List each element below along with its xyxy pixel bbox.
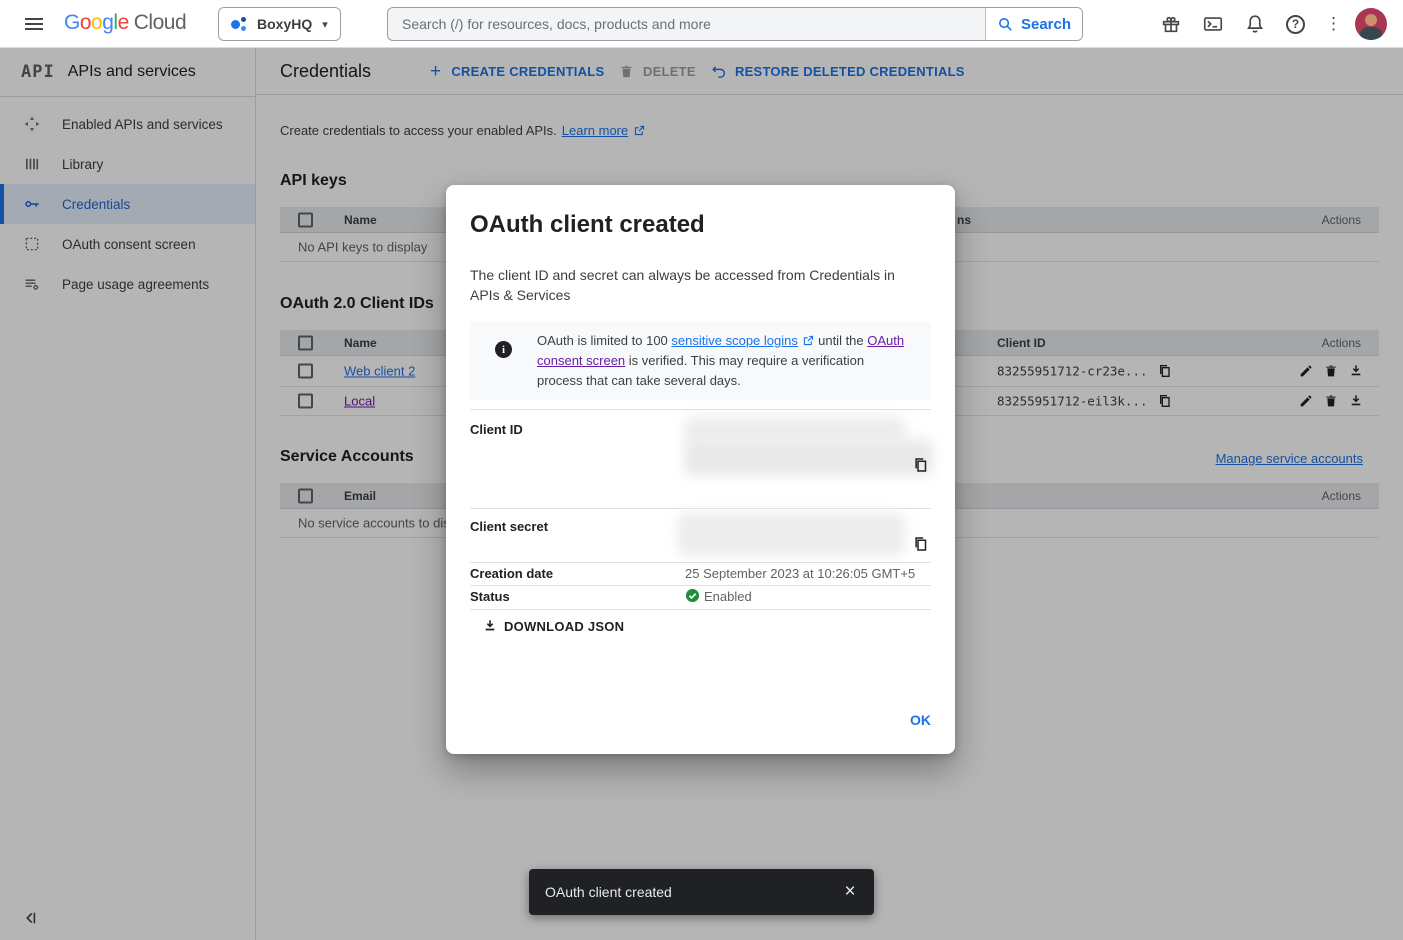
logo-letter: G bbox=[64, 11, 80, 34]
client-id-label: Client ID bbox=[470, 422, 523, 437]
search-button-label: Search bbox=[1021, 16, 1071, 33]
info-icon: i bbox=[495, 341, 512, 358]
divider bbox=[470, 508, 931, 509]
close-icon[interactable]: × bbox=[840, 881, 860, 903]
search-input[interactable] bbox=[388, 8, 985, 40]
copy-client-secret-icon[interactable] bbox=[912, 535, 930, 553]
topbar: GoogleCloud BoxyHQ ▾ Search bbox=[0, 0, 1403, 48]
logo-suffix: Cloud bbox=[134, 11, 186, 34]
toast-message: OAuth client created bbox=[545, 884, 840, 900]
info-glyph: i bbox=[502, 344, 505, 356]
cloud-shell-icon[interactable] bbox=[1202, 13, 1224, 35]
global-search: Search bbox=[387, 7, 1083, 41]
project-icon bbox=[231, 16, 247, 32]
gift-icon[interactable] bbox=[1160, 13, 1182, 35]
snackbar-toast: OAuth client created × bbox=[529, 869, 874, 915]
logo-letter: g bbox=[102, 11, 113, 34]
copy-client-id-icon[interactable] bbox=[912, 456, 930, 474]
hamburger-menu-icon[interactable] bbox=[25, 18, 43, 30]
client-secret-redacted-value bbox=[678, 513, 905, 555]
enabled-check-icon bbox=[685, 588, 700, 603]
divider bbox=[470, 409, 931, 410]
logo-letter: e bbox=[118, 11, 129, 34]
download-icon bbox=[482, 618, 498, 634]
topbar-icons: ? ⋮ bbox=[1160, 8, 1387, 40]
verification-notice: i OAuth is limited to 100 sensitive scop… bbox=[470, 322, 931, 400]
google-cloud-logo[interactable]: GoogleCloud bbox=[64, 11, 186, 35]
notice-text: OAuth is limited to 100 sensitive scope … bbox=[537, 331, 909, 391]
chevron-down-icon: ▾ bbox=[322, 18, 328, 31]
oauth-client-created-dialog: OAuth client created The client ID and s… bbox=[446, 185, 955, 754]
external-link-icon bbox=[802, 334, 815, 347]
help-icon[interactable]: ? bbox=[1286, 15, 1305, 34]
account-avatar[interactable] bbox=[1355, 8, 1387, 40]
ok-button[interactable]: OK bbox=[900, 704, 941, 736]
divider bbox=[470, 609, 931, 610]
logo-letter: o bbox=[80, 11, 91, 34]
more-options-icon[interactable]: ⋮ bbox=[1325, 14, 1335, 34]
dialog-subtitle: The client ID and secret can always be a… bbox=[470, 265, 915, 305]
notice-mid: until the bbox=[815, 333, 868, 348]
logo-letter: o bbox=[91, 11, 102, 34]
notifications-bell-icon[interactable] bbox=[1244, 13, 1266, 35]
creation-date-value: 25 September 2023 at 10:26:05 GMT+5 bbox=[685, 566, 915, 581]
status-value: Enabled bbox=[704, 589, 752, 604]
search-icon bbox=[997, 16, 1014, 33]
sensitive-scope-logins-link[interactable]: sensitive scope logins bbox=[671, 333, 797, 348]
google-cloud-console: GoogleCloud BoxyHQ ▾ Search bbox=[0, 0, 1403, 940]
notice-pre: OAuth is limited to 100 bbox=[537, 333, 671, 348]
help-glyph: ? bbox=[1292, 17, 1299, 31]
dialog-title: OAuth client created bbox=[470, 211, 705, 239]
project-name: BoxyHQ bbox=[257, 16, 312, 32]
client-secret-label: Client secret bbox=[470, 519, 548, 534]
creation-date-label: Creation date bbox=[470, 566, 553, 581]
client-id-redacted-value bbox=[684, 439, 933, 476]
project-selector[interactable]: BoxyHQ ▾ bbox=[218, 7, 341, 41]
search-button[interactable]: Search bbox=[985, 8, 1082, 40]
download-json-label: DOWNLOAD JSON bbox=[504, 619, 624, 634]
status-label: Status bbox=[470, 589, 510, 604]
download-json-button[interactable]: DOWNLOAD JSON bbox=[482, 615, 624, 637]
divider bbox=[470, 562, 931, 563]
divider bbox=[470, 585, 931, 586]
